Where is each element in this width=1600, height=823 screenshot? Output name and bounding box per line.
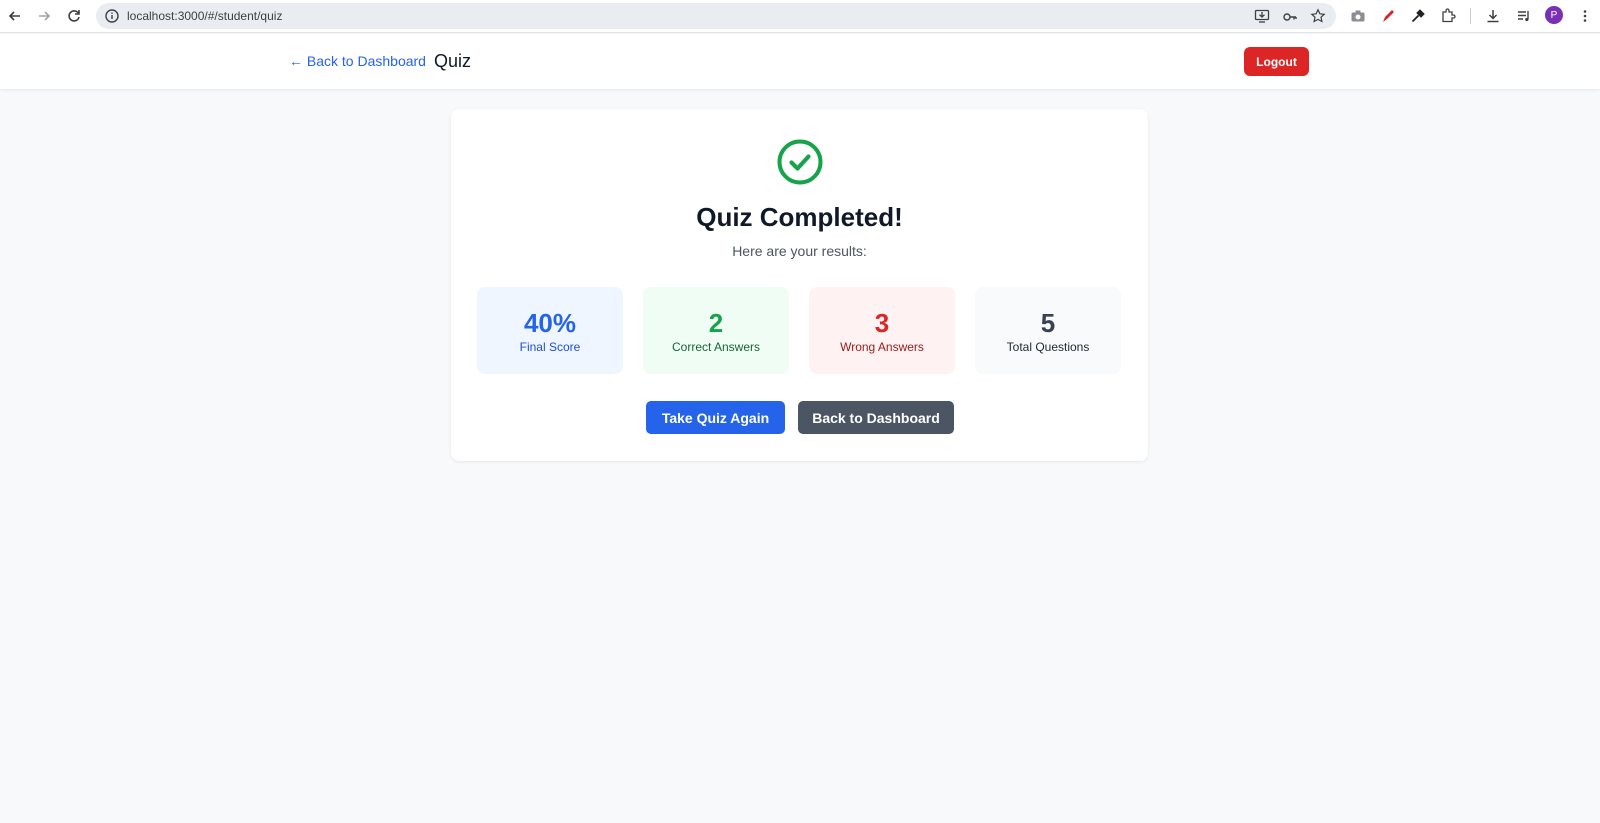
profile-avatar[interactable]: P (1545, 6, 1563, 24)
back-icon[interactable] (4, 5, 26, 27)
address-url[interactable]: localhost:3000/#/student/quiz (127, 9, 282, 23)
stat-label: Correct Answers (671, 340, 761, 354)
back-to-dashboard-button[interactable]: Back to Dashboard (798, 401, 954, 434)
forward-icon[interactable] (33, 5, 55, 27)
address-bar[interactable]: localhost:3000/#/student/quiz (96, 3, 1336, 29)
page-title: Quiz (434, 51, 472, 71)
logout-button[interactable]: Logout (1244, 47, 1309, 76)
bookmark-star-icon[interactable] (1310, 8, 1326, 24)
download-icon[interactable] (1484, 7, 1502, 25)
reload-icon[interactable] (63, 5, 85, 27)
eyedropper-icon[interactable] (1409, 7, 1427, 25)
camera-icon[interactable] (1349, 7, 1367, 25)
quiz-results-card: Quiz Completed! Here are your results: 4… (451, 109, 1148, 461)
toolbar-separator (1470, 8, 1471, 24)
stat-label: Wrong Answers (840, 340, 924, 354)
take-quiz-again-button[interactable]: Take Quiz Again (646, 401, 785, 434)
browser-toolbar: localhost:3000/#/student/quiz P (0, 0, 1600, 33)
install-icon[interactable] (1254, 8, 1270, 24)
stat-wrong-answers: 3 Wrong Answers (809, 287, 955, 374)
stat-label: Final Score (519, 340, 581, 354)
password-key-icon[interactable] (1282, 8, 1298, 24)
stat-final-score: 40% Final Score (477, 287, 623, 374)
stat-correct-answers: 2 Correct Answers (643, 287, 789, 374)
stat-label: Total Questions (1006, 340, 1090, 354)
stat-total-questions: 5 Total Questions (975, 287, 1121, 374)
info-icon[interactable] (104, 8, 120, 24)
menu-icon[interactable] (1576, 7, 1594, 25)
media-controls-icon[interactable] (1515, 7, 1533, 25)
stat-value: 5 (1040, 308, 1056, 338)
check-circle-icon (777, 139, 823, 185)
results-heading: Quiz Completed! (696, 202, 903, 232)
stat-value: 3 (874, 308, 890, 338)
pen-icon[interactable] (1379, 7, 1397, 25)
app-header: ← Back to Dashboard Quiz Logout (0, 34, 1600, 89)
results-subheading: Here are your results: (732, 243, 867, 259)
extensions-icon[interactable] (1439, 7, 1457, 25)
back-to-dashboard-link[interactable]: ← Back to Dashboard (289, 53, 426, 69)
stat-value: 2 (708, 308, 724, 338)
stat-value: 40% (523, 308, 577, 338)
